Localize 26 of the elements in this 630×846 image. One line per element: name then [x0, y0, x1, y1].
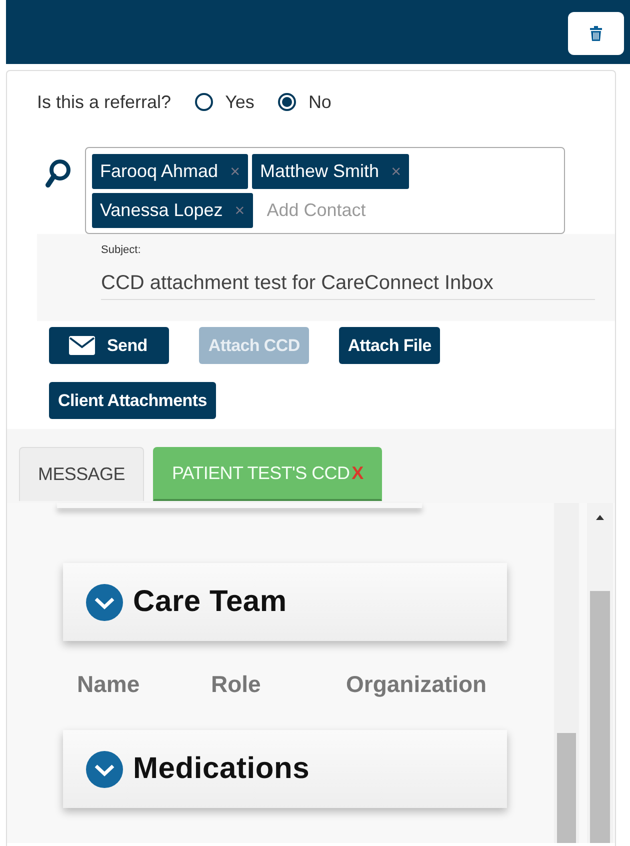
envelope-icon [69, 336, 95, 355]
section-header[interactable]: Medications [63, 730, 507, 808]
column-header: Name [77, 671, 141, 698]
contacts-field[interactable]: Farooq Ahmad × Matthew Smith × Vanessa Lopez × Add Contact [85, 147, 565, 234]
referral-question: Is this a referral? [37, 92, 172, 112]
radio-button[interactable] [278, 93, 296, 111]
action-button[interactable]: Attach File [338, 327, 440, 364]
action-button[interactable]: Send [49, 327, 170, 364]
radio-option[interactable]: Yes [195, 92, 254, 112]
delete-button[interactable] [568, 12, 624, 55]
tab[interactable]: MESSAGE [19, 447, 144, 501]
section-header[interactable]: Care Team [63, 563, 507, 641]
scrollbar[interactable] [554, 503, 579, 843]
subject-label: Subject: [101, 244, 142, 256]
contact-name: Vanessa Lopez [100, 200, 223, 221]
radio-button[interactable] [195, 93, 214, 111]
column-header: Role [211, 671, 262, 698]
column-header: Organization [346, 671, 487, 698]
contact-name: Farooq Ahmad [100, 161, 218, 182]
radio-option[interactable]: No [278, 92, 332, 112]
chevron-down-icon [86, 584, 123, 620]
action-button[interactable]: Client Attachments [49, 382, 216, 419]
contact-name: Matthew Smith [260, 161, 380, 182]
subject-field[interactable]: CCD attachment test for CareConnect Inbox [101, 272, 595, 300]
trash-icon [590, 26, 602, 41]
chevron-down-icon [86, 750, 123, 788]
